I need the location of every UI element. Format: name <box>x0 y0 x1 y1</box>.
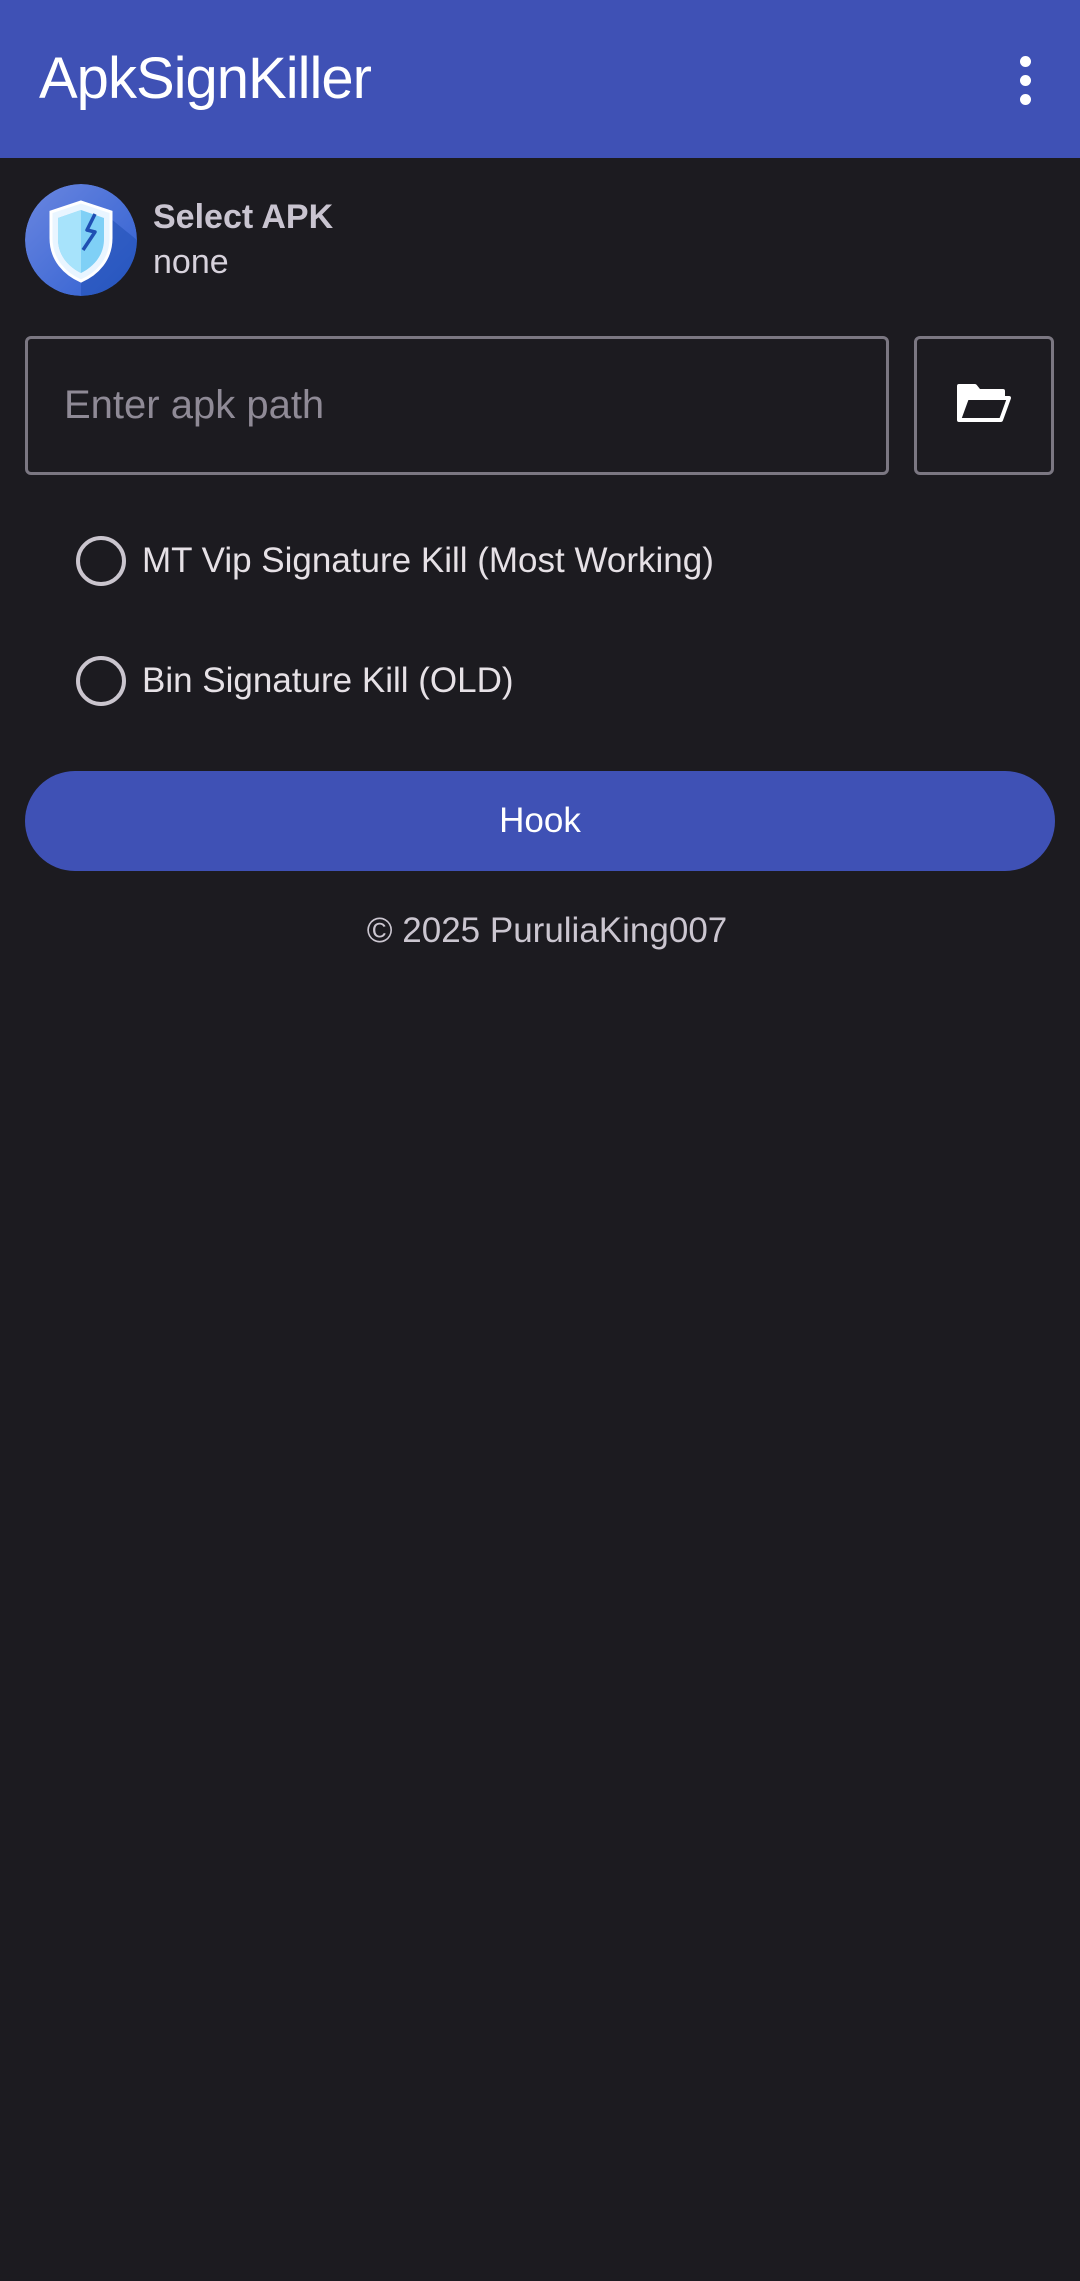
browse-folder-button[interactable] <box>914 336 1054 475</box>
more-vert-icon[interactable] <box>1000 45 1050 115</box>
radio-label: MT Vip Signature Kill (Most Working) <box>142 541 714 580</box>
radio-button[interactable] <box>76 656 126 706</box>
copyright-footer: © 2025 PuruliaKing007 <box>366 911 728 950</box>
radio-bin-signature-kill[interactable]: Bin Signature Kill (OLD) <box>76 651 514 711</box>
folder-open-icon <box>957 382 1011 429</box>
select-apk-row[interactable]: Select APK none <box>25 184 333 296</box>
hook-button[interactable]: Hook <box>25 771 1055 871</box>
app-bar: ApkSignKiller <box>0 0 1080 158</box>
selected-apk-value: none <box>153 243 229 281</box>
radio-mt-vip-signature-kill[interactable]: MT Vip Signature Kill (Most Working) <box>76 531 714 591</box>
radio-label: Bin Signature Kill (OLD) <box>142 661 514 700</box>
app-title: ApkSignKiller <box>39 46 372 111</box>
select-apk-label: Select APK <box>153 198 334 236</box>
shield-icon <box>25 184 137 296</box>
radio-button[interactable] <box>76 536 126 586</box>
apk-path-input[interactable] <box>25 336 889 475</box>
